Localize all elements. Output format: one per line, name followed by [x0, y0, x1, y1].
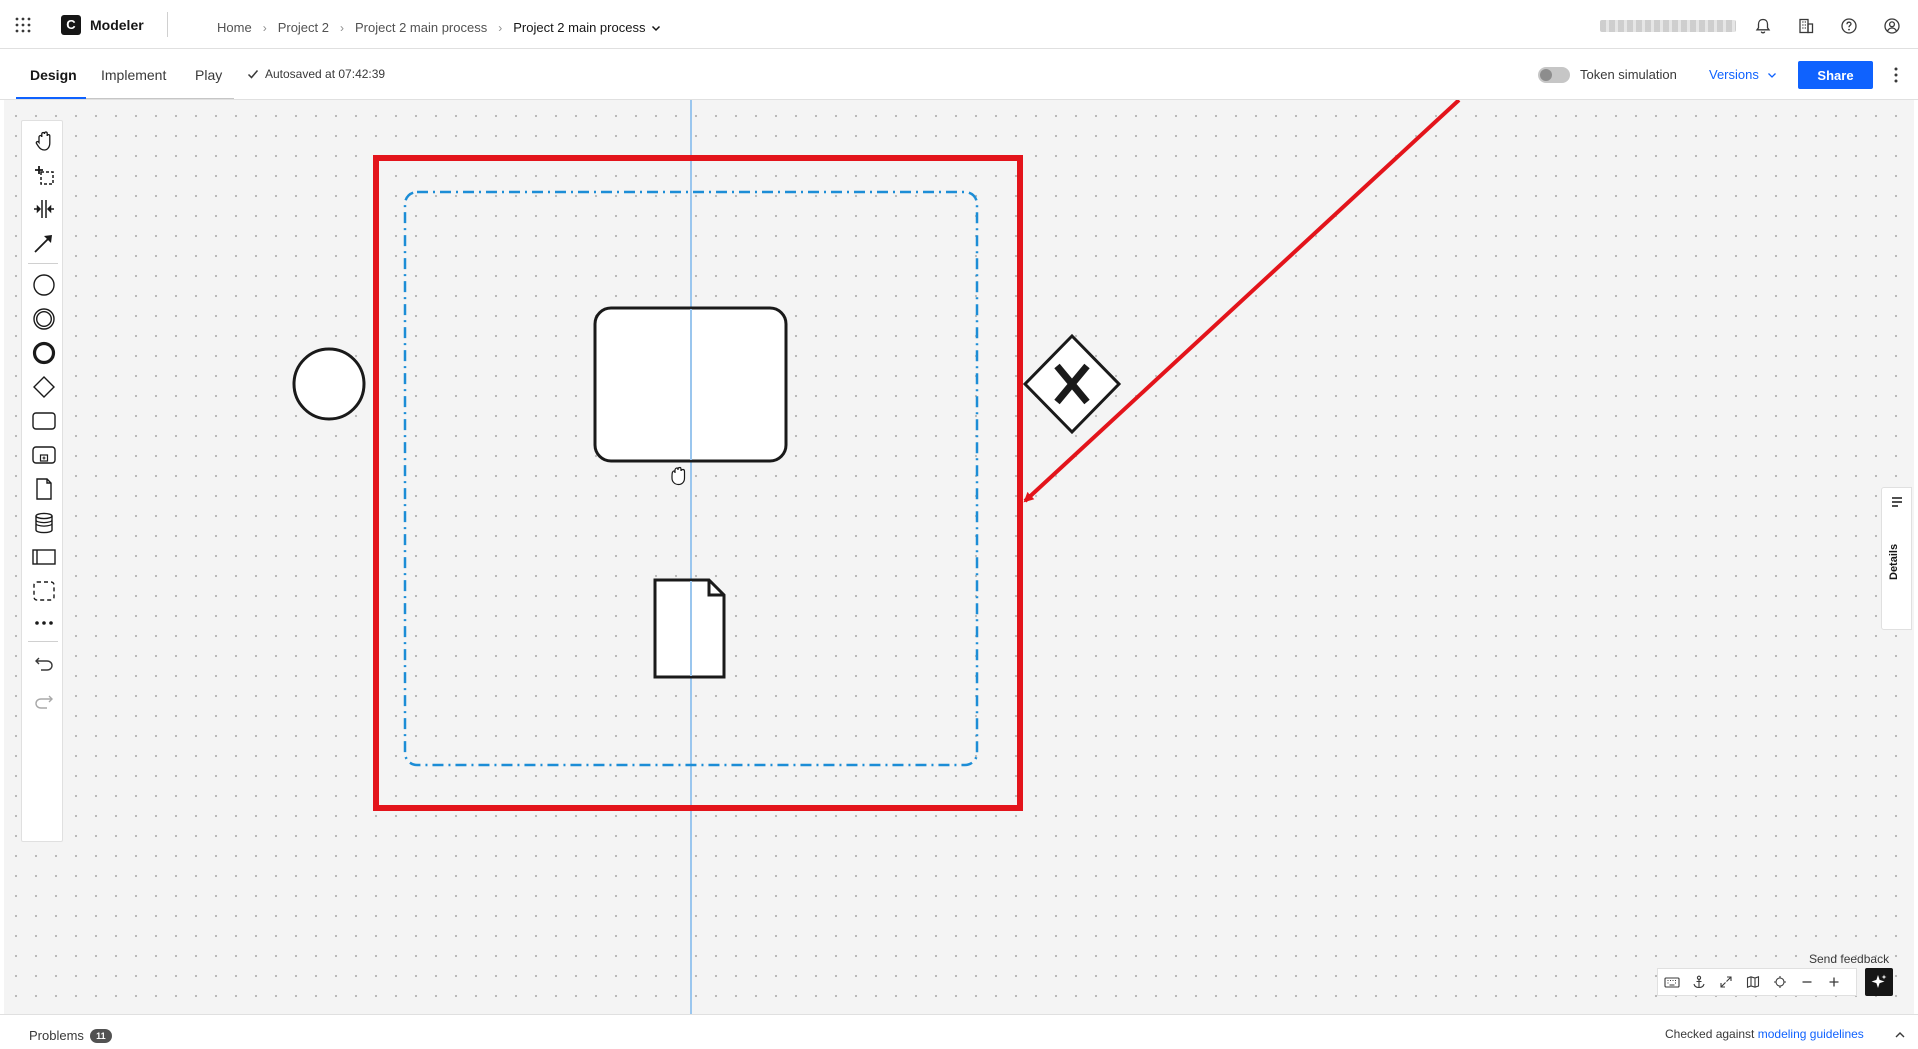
more-elements-icon[interactable]	[32, 611, 56, 635]
share-button[interactable]: Share	[1798, 61, 1873, 89]
breadcrumb-project[interactable]: Project 2	[278, 20, 329, 35]
app-name[interactable]: Modeler	[90, 17, 144, 33]
autosave-text: Autosaved at 07:42:39	[265, 67, 386, 81]
canvas-controls	[1657, 968, 1857, 996]
checkmark-icon	[247, 70, 259, 79]
tool-palette	[21, 120, 63, 842]
details-label: Details	[1888, 543, 1900, 580]
data-object-icon[interactable]	[32, 477, 56, 501]
top-header: C Modeler Home › Project 2 › Project 2 m…	[0, 0, 1918, 49]
problems-toggle[interactable]: Problems 11	[29, 1028, 112, 1043]
breadcrumb-separator: ›	[340, 20, 344, 35]
zoom-in-button[interactable]	[1820, 969, 1847, 995]
fullscreen-icon	[1719, 976, 1732, 988]
palette-divider	[28, 641, 58, 642]
mode-toolbar: Design Implement Play Autosaved at 07:42…	[0, 49, 1918, 100]
data-store-icon[interactable]	[32, 511, 56, 535]
bpmn-exclusive-gateway[interactable]	[1022, 333, 1122, 435]
app-switcher-icon[interactable]	[14, 16, 32, 34]
keyboard-icon	[1663, 977, 1680, 988]
tab-play[interactable]: Play	[195, 67, 222, 83]
chevron-up-icon[interactable]	[1893, 1028, 1907, 1042]
gateway-icon[interactable]	[32, 375, 56, 399]
fullscreen-button[interactable]	[1712, 969, 1739, 995]
redo-icon[interactable]	[32, 689, 56, 713]
tab-implement[interactable]: Implement	[101, 67, 166, 83]
task-icon[interactable]	[32, 409, 56, 433]
breadcrumb-current-file[interactable]: Project 2 main process	[513, 20, 661, 35]
organization-icon[interactable]	[1797, 17, 1815, 35]
details-panel-toggle[interactable]: Details	[1881, 487, 1912, 630]
hand-tool-icon[interactable]	[32, 129, 56, 153]
center-icon	[1773, 976, 1786, 988]
bpmn-data-object[interactable]	[653, 578, 726, 679]
tabs-divider	[86, 98, 234, 99]
sparkle-icon	[1871, 974, 1887, 988]
user-avatar-icon[interactable]	[1883, 17, 1901, 35]
undo-icon[interactable]	[32, 651, 56, 675]
overflow-menu-icon[interactable]	[1888, 65, 1904, 85]
active-tab-indicator	[16, 97, 86, 99]
connect-tool-icon[interactable]	[32, 231, 56, 255]
pool-icon[interactable]	[32, 545, 56, 569]
versions-label: Versions	[1709, 67, 1759, 82]
token-simulation-label: Token simulation	[1580, 67, 1677, 82]
zoom-out-icon	[1802, 981, 1811, 983]
send-feedback-link[interactable]: Send feedback	[1809, 952, 1889, 966]
versions-dropdown[interactable]: Versions	[1709, 67, 1777, 82]
problems-label: Problems	[29, 1028, 84, 1043]
chevron-down-icon	[652, 25, 661, 31]
palette-divider	[28, 263, 58, 264]
ai-assistant-button[interactable]	[1865, 968, 1893, 996]
anchor-button[interactable]	[1685, 969, 1712, 995]
chevron-down-icon	[1767, 72, 1776, 78]
minimap-button[interactable]	[1739, 969, 1766, 995]
highlight-annotation-arrow	[1023, 100, 1461, 503]
highlight-annotation-box	[373, 155, 1023, 811]
autosave-status: Autosaved at 07:42:39	[247, 67, 385, 81]
notification-icon[interactable]	[1754, 17, 1772, 35]
reset-view-button[interactable]	[1766, 969, 1793, 995]
diagram-svg	[292, 100, 1461, 1014]
subprocess-icon[interactable]	[32, 443, 56, 467]
guidelines-prefix: Checked against	[1665, 1027, 1758, 1041]
status-footer: Problems 11 Checked against modeling gui…	[0, 1014, 1918, 1049]
breadcrumb-separator: ›	[262, 20, 267, 35]
user-organization-name[interactable]	[1600, 20, 1736, 32]
breadcrumb: Home › Project 2 › Project 2 main proces…	[217, 20, 661, 35]
intermediate-event-icon[interactable]	[32, 307, 56, 331]
keyboard-shortcuts-button[interactable]	[1658, 969, 1685, 995]
modeling-guidelines-link[interactable]: modeling guidelines	[1758, 1027, 1864, 1041]
zoom-in-icon	[1829, 977, 1838, 987]
guidelines-status: Checked against modeling guidelines	[1665, 1027, 1864, 1041]
breadcrumb-current-label: Project 2 main process	[513, 20, 646, 35]
help-icon[interactable]	[1840, 17, 1858, 35]
header-divider	[167, 12, 168, 37]
start-event-icon[interactable]	[32, 273, 56, 297]
problems-count-badge: 11	[89, 1028, 112, 1043]
breadcrumb-home[interactable]: Home	[217, 20, 252, 35]
end-event-icon[interactable]	[32, 341, 56, 365]
app-logo[interactable]: C	[61, 15, 81, 35]
token-simulation-toggle[interactable]	[1538, 67, 1570, 83]
lasso-tool-icon[interactable]	[32, 163, 56, 187]
anchor-icon	[1692, 975, 1705, 989]
minimap-icon	[1746, 976, 1759, 988]
breadcrumb-folder[interactable]: Project 2 main process	[355, 20, 487, 35]
zoom-out-button[interactable]	[1793, 969, 1820, 995]
bpmn-start-event[interactable]	[292, 347, 366, 421]
group-icon[interactable]	[32, 579, 56, 603]
space-tool-icon[interactable]	[32, 197, 56, 221]
grab-cursor-icon	[671, 466, 686, 486]
panel-list-icon	[1892, 497, 1902, 507]
diagram-canvas[interactable]	[4, 100, 1914, 1014]
breadcrumb-separator: ›	[498, 20, 503, 35]
tab-design[interactable]: Design	[30, 67, 77, 83]
